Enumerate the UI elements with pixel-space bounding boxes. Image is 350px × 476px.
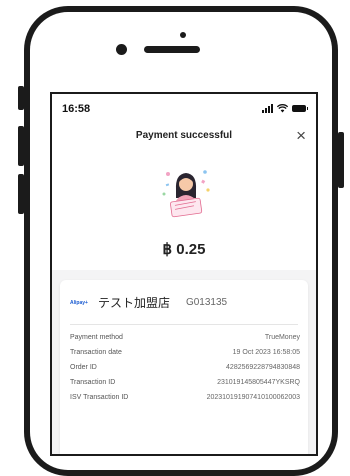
- detail-value: 19 Oct 2023 16:58:05: [232, 349, 300, 356]
- phone-frame: 16:58 Payment successful × ฿ 0.25 Alipay…: [24, 6, 338, 476]
- detail-row: Transaction ID 231019145805447YKSRQ: [70, 375, 300, 390]
- merchant-code: G013135: [185, 297, 228, 308]
- detail-value: 231019145805447YKSRQ: [217, 379, 300, 386]
- detail-row: Order ID 428256922879483084​8: [70, 360, 300, 375]
- volume-down-button: [18, 174, 24, 214]
- power-button: [338, 132, 344, 188]
- divider: [70, 324, 298, 325]
- page-title: Payment successful: [135, 130, 233, 141]
- receipt-card: Alipay+ テスト加盟店 G013135 Payment method Tru…: [60, 280, 308, 454]
- app-screen: 16:58 Payment successful × ฿ 0.25 Alipay…: [50, 92, 318, 456]
- volume-up-button: [18, 126, 24, 166]
- success-summary: ฿ 0.25: [52, 152, 316, 270]
- mute-switch: [18, 86, 24, 110]
- detail-label: Transaction date: [70, 349, 122, 356]
- merchant-row: Alipay+ テスト加盟店 G013135: [70, 294, 227, 311]
- wifi-icon: [277, 104, 288, 113]
- battery-icon: [292, 105, 308, 112]
- nav-bar: Payment successful ×: [52, 122, 316, 152]
- detail-row: Transaction date 19 Oct 2023 16:58:05: [70, 345, 300, 360]
- success-illustration: [162, 170, 210, 218]
- sensor-dot: [116, 44, 127, 55]
- status-icons: [262, 104, 308, 113]
- front-camera: [180, 32, 186, 38]
- detail-label: Order ID: [70, 364, 97, 371]
- payment-amount: ฿ 0.25: [162, 241, 206, 258]
- detail-label: Payment method: [70, 334, 123, 341]
- detail-row: Payment method TrueMoney: [70, 330, 300, 345]
- detail-label: Transaction ID: [70, 379, 116, 386]
- detail-value: 428256922879483084​8: [226, 364, 300, 371]
- detail-label: ISV Transaction ID: [70, 394, 129, 401]
- transaction-details: Payment method TrueMoney Transaction date…: [70, 330, 300, 405]
- detail-row: ISV Transaction ID 2023101919074101000620…: [70, 390, 300, 405]
- detail-value: 20231019190741010006200​3: [206, 394, 300, 401]
- alipay-plus-logo: Alipay+: [70, 299, 88, 306]
- earpiece-speaker: [144, 46, 200, 53]
- phone-bezel: 16:58 Payment successful × ฿ 0.25 Alipay…: [30, 12, 332, 470]
- status-time: 16:58: [62, 103, 91, 115]
- merchant-name: テスト加盟店: [97, 296, 170, 310]
- close-icon[interactable]: ×: [296, 126, 306, 146]
- status-bar: 16:58: [52, 94, 316, 122]
- signal-icon: [262, 104, 273, 113]
- detail-value: TrueMoney: [264, 334, 300, 341]
